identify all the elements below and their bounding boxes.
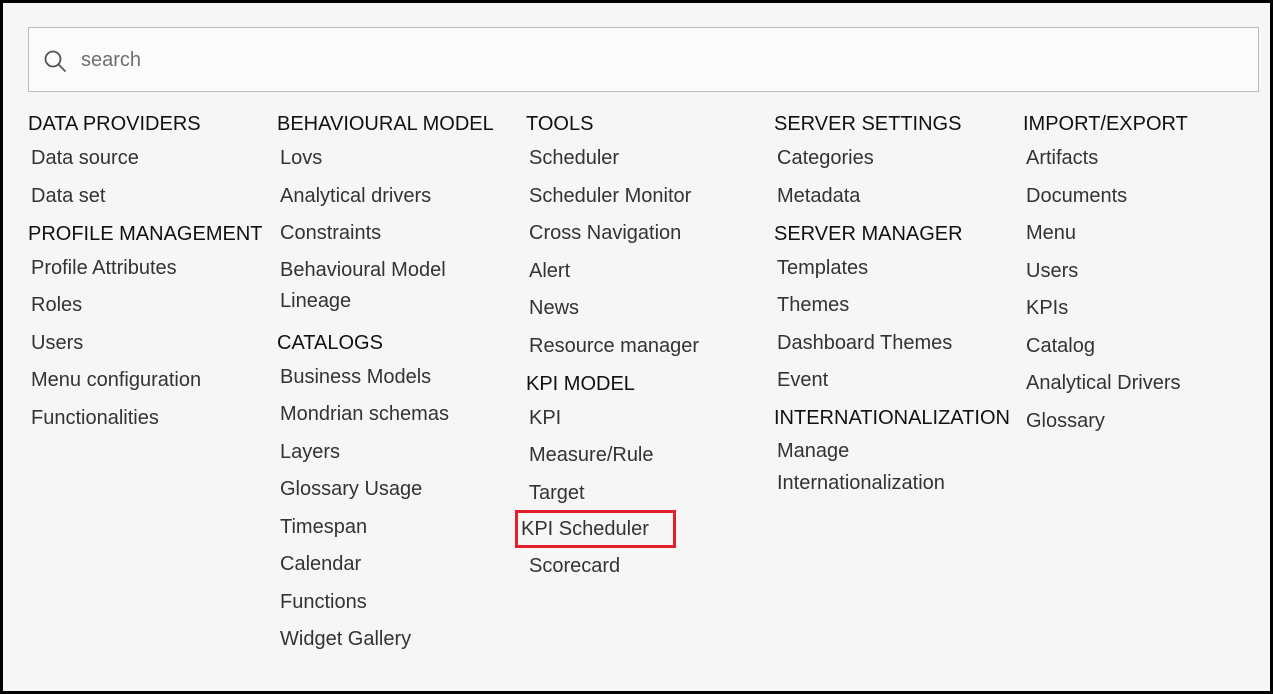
search-icon <box>43 49 67 73</box>
menu-panel: DATA PROVIDERS Data source Data set PROF… <box>0 0 1273 694</box>
menu-item-data-set[interactable]: Data set <box>28 183 278 209</box>
menu-item-artifacts[interactable]: Artifacts <box>1023 145 1273 171</box>
menu-column-3: TOOLS Scheduler Scheduler Monitor Cross … <box>515 111 776 591</box>
section-internationalization: INTERNATIONALIZATION Manage Internationa… <box>774 405 1024 499</box>
menu-column-2: BEHAVIOURAL MODEL Lovs Analytical driver… <box>277 111 527 664</box>
menu-column-5: IMPORT/EXPORT Artifacts Documents Menu U… <box>1023 111 1273 445</box>
menu-item-functionalities[interactable]: Functionalities <box>28 405 278 431</box>
menu-item-business-models[interactable]: Business Models <box>277 364 527 390</box>
menu-item-event[interactable]: Event <box>774 367 1024 393</box>
menu-item-behavioural-model-lineage[interactable]: Behavioural Model Lineage <box>277 255 490 318</box>
section-catalogs: CATALOGS Business Models Mondrian schema… <box>277 330 527 653</box>
menu-item-news[interactable]: News <box>526 295 776 321</box>
section-server-settings: SERVER SETTINGS Categories Metadata <box>774 111 1024 209</box>
menu-item-kpis[interactable]: KPIs <box>1023 295 1273 321</box>
menu-item-menu-configuration[interactable]: Menu configuration <box>28 367 278 393</box>
section-title-catalogs: CATALOGS <box>277 331 383 354</box>
menu-item-scheduler[interactable]: Scheduler <box>526 145 776 171</box>
menu-item-kpi-scheduler[interactable]: KPI Scheduler <box>515 510 676 548</box>
menu-item-catalog[interactable]: Catalog <box>1023 333 1273 359</box>
search-input[interactable] <box>81 42 1231 78</box>
menu-item-scorecard[interactable]: Scorecard <box>526 553 776 579</box>
menu-item-widget-gallery[interactable]: Widget Gallery <box>277 626 527 652</box>
section-title-data-providers: DATA PROVIDERS <box>28 113 201 135</box>
section-title-tools: TOOLS <box>526 113 594 135</box>
menu-item-dashboard-themes[interactable]: Dashboard Themes <box>774 330 1024 356</box>
menu-item-timespan[interactable]: Timespan <box>277 514 527 540</box>
menu-item-roles[interactable]: Roles <box>28 292 278 318</box>
menu-item-templates[interactable]: Templates <box>774 255 1024 281</box>
menu-item-layers[interactable]: Layers <box>277 439 527 465</box>
menu-item-functions[interactable]: Functions <box>277 589 527 615</box>
section-profile-management: PROFILE MANAGEMENT Profile Attributes Ro… <box>28 221 278 431</box>
section-title-kpi-model: KPI MODEL <box>526 372 635 395</box>
menu-item-menu[interactable]: Menu <box>1023 220 1273 246</box>
menu-item-target[interactable]: Target <box>526 480 776 506</box>
menu-item-export-users[interactable]: Users <box>1023 258 1273 284</box>
menu-item-glossary[interactable]: Glossary <box>1023 408 1273 434</box>
menu-item-categories[interactable]: Categories <box>774 145 1024 171</box>
menu-item-documents[interactable]: Documents <box>1023 183 1273 209</box>
section-title-internationalization: INTERNATIONALIZATION <box>774 407 1010 429</box>
menu-item-glossary-usage[interactable]: Glossary Usage <box>277 476 527 502</box>
menu-item-analytical-drivers[interactable]: Analytical drivers <box>277 183 527 209</box>
menu-item-lovs[interactable]: Lovs <box>277 145 527 171</box>
section-title-server-settings: SERVER SETTINGS <box>774 113 962 135</box>
menu-column-4: SERVER SETTINGS Categories Metadata SERV… <box>774 111 1024 507</box>
menu-column-1: DATA PROVIDERS Data source Data set PROF… <box>28 111 278 442</box>
section-title-profile-management: PROFILE MANAGEMENT <box>28 222 263 245</box>
menu-item-profile-attributes[interactable]: Profile Attributes <box>28 255 278 281</box>
section-title-import-export: IMPORT/EXPORT <box>1023 113 1188 135</box>
menu-item-manage-internationalization[interactable]: Manage Internationalization <box>774 436 987 499</box>
section-tools: TOOLS Scheduler Scheduler Monitor Cross … <box>526 111 776 359</box>
section-title-server-manager: SERVER MANAGER <box>774 222 963 245</box>
section-server-manager: SERVER MANAGER Templates Themes Dashboar… <box>774 221 1024 394</box>
section-import-export: IMPORT/EXPORT Artifacts Documents Menu U… <box>1023 111 1273 434</box>
menu-item-resource-manager[interactable]: Resource manager <box>526 333 776 359</box>
menu-item-measure-rule[interactable]: Measure/Rule <box>526 442 776 468</box>
section-behavioural-model: BEHAVIOURAL MODEL Lovs Analytical driver… <box>277 111 527 318</box>
menu-item-metadata[interactable]: Metadata <box>774 183 1024 209</box>
menu-item-kpi[interactable]: KPI <box>526 405 776 431</box>
menu-item-calendar[interactable]: Calendar <box>277 551 527 577</box>
menu-item-themes[interactable]: Themes <box>774 292 1024 318</box>
menu-item-data-source[interactable]: Data source <box>28 145 278 171</box>
menu-item-users[interactable]: Users <box>28 330 278 356</box>
section-kpi-model: KPI MODEL KPI Measure/Rule Target KPI Sc… <box>515 371 776 580</box>
search-bar[interactable] <box>28 27 1259 92</box>
section-data-providers: DATA PROVIDERS Data source Data set <box>28 111 278 209</box>
section-title-behavioural-model: BEHAVIOURAL MODEL <box>277 113 494 135</box>
menu-item-scheduler-monitor[interactable]: Scheduler Monitor <box>526 183 776 209</box>
menu-item-alert[interactable]: Alert <box>526 258 776 284</box>
menu-item-cross-navigation[interactable]: Cross Navigation <box>526 220 776 246</box>
menu-item-mondrian-schemas[interactable]: Mondrian schemas <box>277 401 527 427</box>
menu-item-constraints[interactable]: Constraints <box>277 220 527 246</box>
menu-item-export-analytical-drivers[interactable]: Analytical Drivers <box>1023 370 1273 396</box>
